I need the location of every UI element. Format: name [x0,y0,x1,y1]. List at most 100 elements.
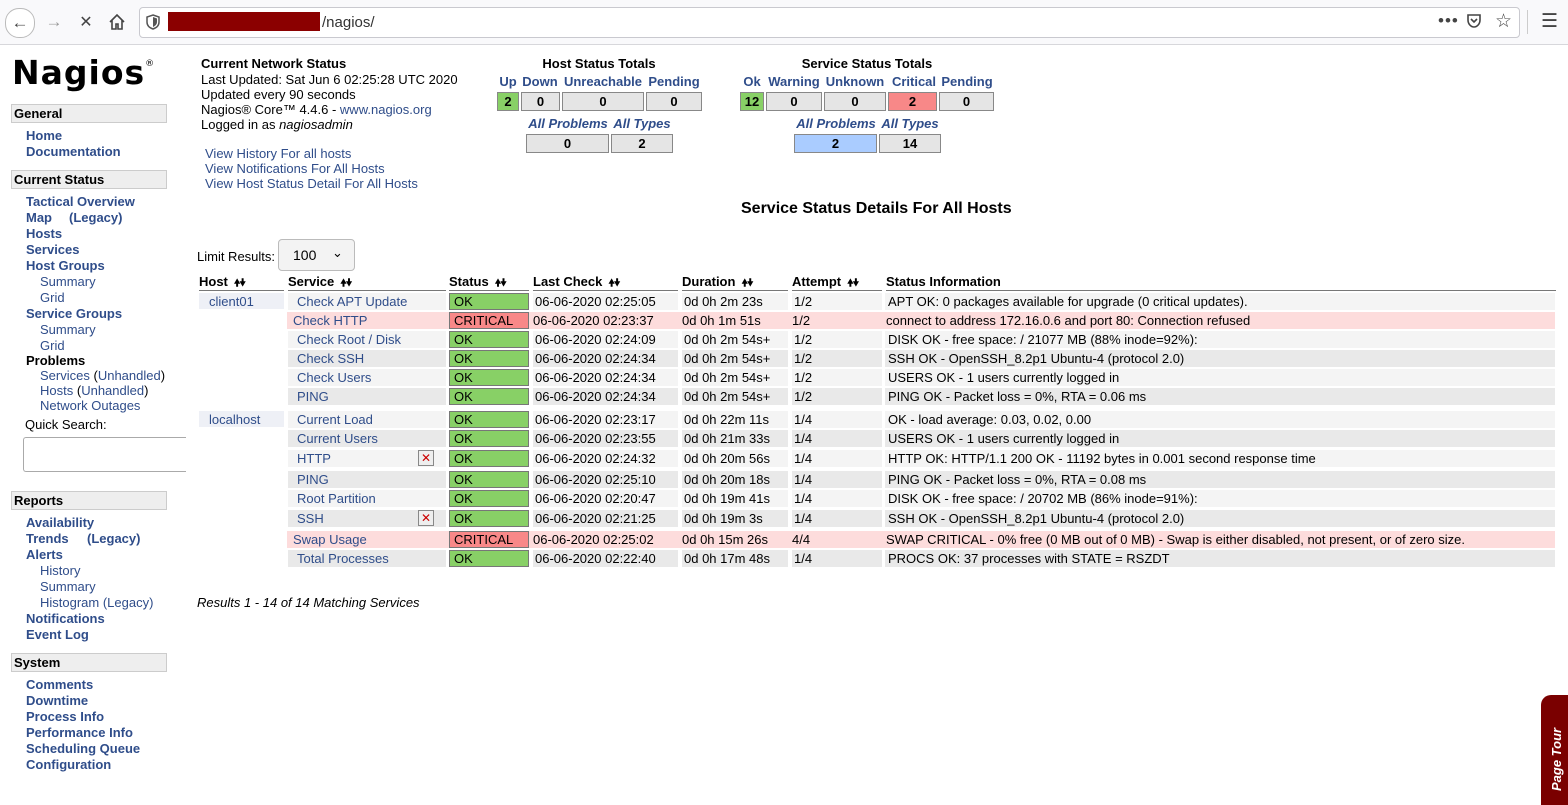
nav-home[interactable]: Home [26,128,62,143]
nav-map-legacy[interactable]: (Legacy) [69,210,122,225]
nav-downtime[interactable]: Downtime [26,693,88,708]
nav-performance-info[interactable]: Performance Info [26,725,133,740]
nav-process-info[interactable]: Process Info [26,709,104,724]
service-link[interactable]: Check Root / Disk [297,331,401,348]
sort-arrows-icon[interactable]: 🠝🠟 [847,278,859,289]
service-link[interactable]: HTTP [297,450,331,467]
nav-host-groups-summary[interactable]: Summary [40,274,96,289]
service-link[interactable]: Total Processes [297,550,389,567]
sort-arrows-icon[interactable]: 🠝🠟 [608,278,620,289]
host-all-problems-header[interactable]: All Problems [526,116,610,131]
network-status-title: Current Network Status [201,56,347,71]
shield-icon[interactable] [146,14,160,30]
nav-problem-services-unhandled[interactable]: Unhandled [98,368,161,383]
quick-search-input[interactable] [23,437,186,472]
service-link[interactable]: PING [297,388,329,405]
nav-trends[interactable]: Trends [26,531,69,546]
nav-documentation[interactable]: Documentation [26,144,121,159]
more-icon[interactable]: ••• [1438,11,1459,31]
nav-host-groups-grid[interactable]: Grid [40,290,65,305]
last-check: 06-06-2020 02:24:34 [535,351,656,366]
service-ok-header[interactable]: Ok [740,74,764,89]
star-icon[interactable]: ☆ [1495,10,1512,33]
service-all-problems-header[interactable]: All Problems [794,116,878,131]
service-warning-header[interactable]: Warning [766,74,822,89]
sort-arrows-icon[interactable]: 🠝🠟 [741,278,753,289]
page-tour-tab[interactable]: Page Tour [1541,695,1568,805]
nav-availability[interactable]: Availability [26,515,94,530]
nav-network-outages[interactable]: Network Outages [40,398,140,413]
view-history-link[interactable]: View History For all hosts [205,146,351,161]
view-notifications-link[interactable]: View Notifications For All Hosts [205,161,385,176]
nav-problem-hosts[interactable]: Hosts [40,383,73,398]
host-link[interactable]: client01 [209,293,254,310]
pocket-icon[interactable] [1466,13,1482,29]
nagios-logo[interactable]: Nagios® [12,53,155,92]
status-badge: OK [449,350,529,367]
forward-icon[interactable]: → [40,8,68,36]
last-updated: Last Updated: Sat Jun 6 02:25:28 UTC 202… [201,72,458,87]
nav-host-groups[interactable]: Host Groups [26,258,105,273]
home-icon[interactable] [103,8,131,36]
chevron-down-icon: ⌄ [332,245,343,260]
menu-icon[interactable]: ☰ [1541,10,1558,33]
stop-icon[interactable]: ✕ [72,8,100,36]
host-unreachable-header[interactable]: Unreachable [562,74,644,89]
nav-problems: Problems [26,353,86,368]
nav-alerts-history[interactable]: History [40,563,80,578]
nav-tactical-overview[interactable]: Tactical Overview [26,194,135,209]
host-pending-header[interactable]: Pending [646,74,702,89]
nav-alerts-histogram[interactable]: Histogram (Legacy) [40,595,153,610]
service-link[interactable]: Check Users [297,369,371,386]
notifications-disabled-icon[interactable]: ✕ [418,510,434,526]
duration: 0d 0h 15m 26s [682,532,769,547]
nav-notifications[interactable]: Notifications [26,611,105,626]
nav-map[interactable]: Map [26,210,52,225]
sort-arrows-icon[interactable]: 🠝🠟 [495,278,507,289]
nav-alerts[interactable]: Alerts [26,547,63,562]
service-all-types-header[interactable]: All Types [879,116,941,131]
nav-event-log[interactable]: Event Log [26,627,89,642]
service-link[interactable]: Check HTTP [293,312,367,329]
host-down-header[interactable]: Down [521,74,559,89]
col-status-information-label: Status Information [886,274,1001,289]
nav-trends-legacy[interactable]: (Legacy) [87,531,140,546]
service-link[interactable]: Current Load [297,411,373,428]
service-pending-header[interactable]: Pending [939,74,995,89]
service-link[interactable]: PING [297,471,329,488]
col-status: Status 🠝🠟 [449,274,529,291]
service-link[interactable]: Current Users [297,430,378,447]
attempt: 1/4 [794,451,813,466]
nav-problem-hosts-unhandled[interactable]: Unhandled [81,383,144,398]
nav-service-groups-grid[interactable]: Grid [40,338,65,353]
service-unknown-header[interactable]: Unknown [824,74,886,89]
back-icon[interactable]: ← [5,8,35,38]
duration: 0d 0h 2m 23s [684,294,763,309]
sort-arrows-icon[interactable]: 🠝🠟 [340,278,352,289]
limit-results-select[interactable]: 100 [278,239,355,271]
notifications-disabled-icon[interactable]: ✕ [418,450,434,466]
service-link[interactable]: Check SSH [297,350,364,367]
nav-hosts[interactable]: Hosts [26,226,62,241]
nav-comments[interactable]: Comments [26,677,93,692]
service-link[interactable]: Root Partition [297,490,376,507]
nagios-org-link[interactable]: www.nagios.org [340,102,432,117]
host-link[interactable]: localhost [209,411,260,428]
service-link[interactable]: Swap Usage [293,531,367,548]
sort-arrows-icon[interactable]: 🠝🠟 [234,278,246,289]
nav-service-groups-summary[interactable]: Summary [40,322,96,337]
service-critical-header[interactable]: Critical [887,74,941,89]
col-service-label: Service [288,274,335,289]
host-all-types-header[interactable]: All Types [611,116,673,131]
nav-service-groups[interactable]: Service Groups [26,306,122,321]
nav-configuration[interactable]: Configuration [26,757,111,772]
nav-services[interactable]: Services [26,242,80,257]
service-link[interactable]: SSH [297,510,324,527]
service-link[interactable]: Check APT Update [297,293,407,310]
nav-problem-services[interactable]: Services [40,368,90,383]
status-information: DISK OK - free space: / 21077 MB (88% in… [888,332,1198,347]
nav-scheduling-queue[interactable]: Scheduling Queue [26,741,140,756]
nav-alerts-summary[interactable]: Summary [40,579,96,594]
view-host-status-link[interactable]: View Host Status Detail For All Hosts [205,176,418,191]
host-up-header[interactable]: Up [496,74,520,89]
